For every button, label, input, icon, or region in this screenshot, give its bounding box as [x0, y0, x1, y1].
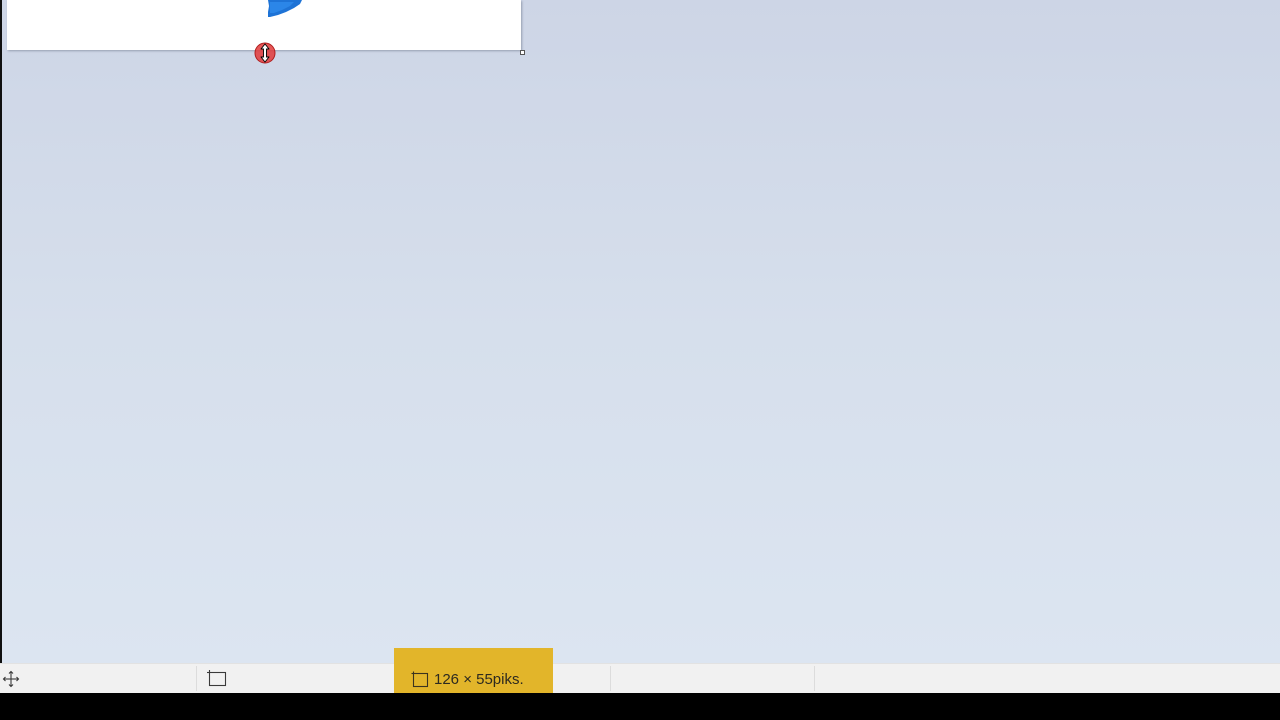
move-arrows-icon [2, 670, 20, 687]
canvas-resize-handle[interactable] [520, 50, 525, 55]
status-bar [0, 663, 1280, 693]
selection-size-status: 126 × 55piks. [394, 648, 553, 693]
status-divider [610, 666, 611, 691]
status-divider [196, 666, 197, 691]
cursor-position-status [2, 664, 20, 693]
selection-rect-icon [411, 671, 429, 688]
taskbar [0, 693, 1280, 720]
status-divider [814, 666, 815, 691]
selection-size-text: 126 × 55piks. [434, 671, 524, 688]
paint-app: 126 × 55piks. [0, 0, 1280, 720]
blue-brush-stroke [268, 0, 302, 17]
selection-status [206, 664, 228, 693]
vertical-resize-cursor-icon [254, 42, 276, 64]
canvas-workspace[interactable] [0, 0, 1280, 663]
selection-rect-icon [207, 669, 227, 686]
